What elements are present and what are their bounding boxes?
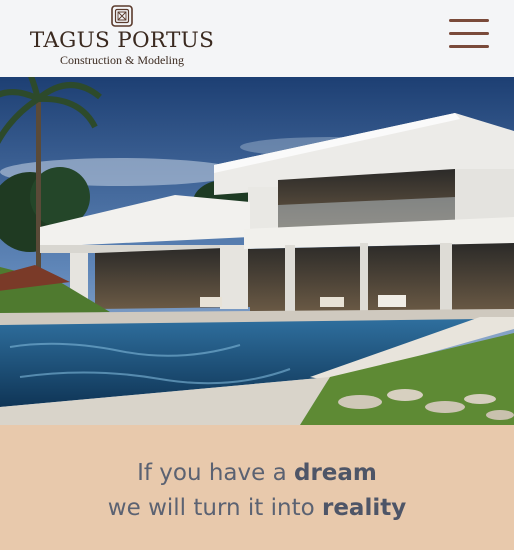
- headline-line-2-text: we will turn it into: [107, 495, 322, 521]
- site-header: TAGUS PORTUS Construction & Modeling: [0, 0, 514, 77]
- hamburger-menu-icon[interactable]: [447, 18, 491, 50]
- headline-line-2: we will turn it into reality: [0, 493, 514, 523]
- villa-illustration: [0, 77, 514, 425]
- menu-bar: [449, 45, 489, 48]
- menu-bar: [449, 19, 489, 22]
- page: TAGUS PORTUS Construction & Modeling If …: [0, 0, 514, 550]
- brand-tagline: Construction & Modeling: [60, 53, 184, 67]
- hero-image: [0, 77, 514, 425]
- brand-logo[interactable]: TAGUS PORTUS Construction & Modeling: [27, 4, 217, 68]
- headline-emphasis-reality: reality: [321, 495, 407, 521]
- headline-line-1: If you have a dream: [0, 458, 514, 488]
- brand-name: TAGUS PORTUS: [29, 28, 215, 53]
- tagline-section: If you have a dream we will turn it into…: [0, 425, 514, 550]
- logo-mark-icon: [111, 5, 133, 27]
- headline-emphasis-dream: dream: [294, 460, 377, 486]
- headline-line-1-text: If you have a: [137, 460, 294, 486]
- menu-bar: [449, 32, 489, 35]
